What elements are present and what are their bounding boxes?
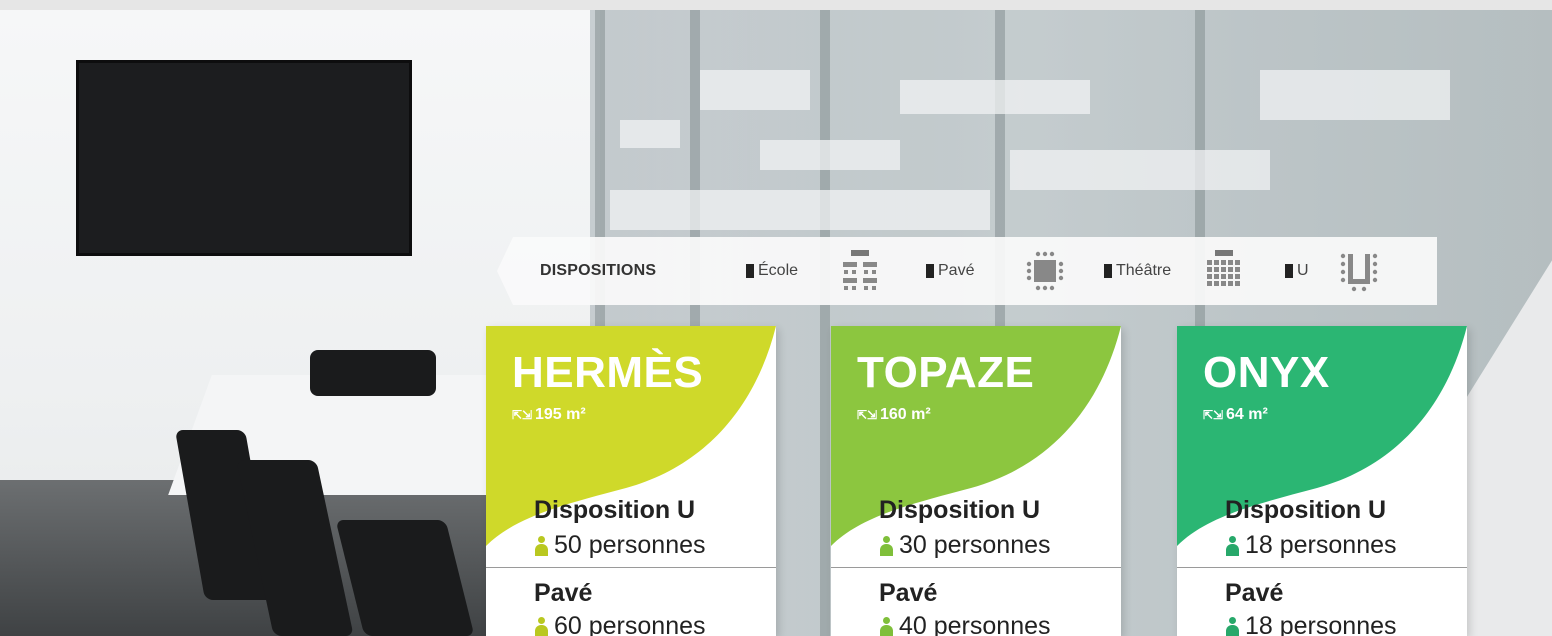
capacity-value: 50 personnes bbox=[554, 531, 706, 559]
room-name: TOPAZE bbox=[857, 348, 1035, 397]
frosted-pattern bbox=[700, 70, 810, 110]
frosted-pattern bbox=[620, 120, 680, 148]
person-icon bbox=[879, 616, 893, 636]
disposition-theatre: Théâtre bbox=[1104, 262, 1171, 280]
glass-mullion bbox=[820, 10, 830, 636]
disposition-u-title: Disposition U bbox=[1225, 496, 1387, 524]
disposition-pave-label: Pavé bbox=[938, 262, 975, 279]
frosted-pattern bbox=[610, 190, 990, 230]
capacity-value: 18 personnes bbox=[1245, 531, 1397, 559]
capacity-value: 30 personnes bbox=[899, 531, 1051, 559]
room-area: ⇱⇲ 64 m² bbox=[1203, 406, 1268, 424]
card-divider bbox=[486, 567, 776, 568]
room-card-onyx[interactable]: ONYX ⇱⇲ 64 m² Disposition U 18 personnes… bbox=[1177, 326, 1467, 636]
pave-title: Pavé bbox=[1225, 579, 1284, 607]
person-icon bbox=[534, 616, 548, 636]
frosted-pattern bbox=[1010, 150, 1270, 190]
person-icon bbox=[879, 535, 893, 556]
pave-capacity: 18 personnes bbox=[1225, 612, 1397, 636]
frosted-pattern bbox=[900, 80, 1090, 114]
person-icon bbox=[1225, 535, 1239, 556]
square-marker-icon bbox=[746, 264, 754, 278]
room-area-value: 160 m² bbox=[880, 406, 931, 423]
dispositions-title: DISPOSITIONS bbox=[540, 262, 657, 279]
room-card-hermes[interactable]: HERMÈS ⇱⇲ 195 m² Disposition U 50 person… bbox=[486, 326, 776, 636]
disposition-theatre-label: Théâtre bbox=[1116, 262, 1172, 279]
person-icon bbox=[1225, 616, 1239, 636]
disposition-u-capacity: 30 personnes bbox=[879, 531, 1051, 560]
room-card-topaze[interactable]: TOPAZE ⇱⇲ 160 m² Disposition U 30 person… bbox=[831, 326, 1121, 636]
pave-title: Pavé bbox=[879, 579, 938, 607]
pave-title: Pavé bbox=[534, 579, 593, 607]
disposition-pave: Pavé bbox=[926, 262, 974, 280]
disposition-ecole: École bbox=[746, 262, 798, 280]
expand-arrows-icon: ⇱⇲ bbox=[1203, 407, 1224, 422]
card-divider bbox=[831, 567, 1121, 568]
disposition-u: U bbox=[1285, 262, 1309, 280]
capacity-value: 60 personnes bbox=[554, 612, 706, 636]
room-area-value: 195 m² bbox=[535, 406, 586, 423]
room-area: ⇱⇲ 160 m² bbox=[857, 406, 931, 424]
person-icon bbox=[534, 535, 548, 556]
top-strip bbox=[0, 0, 1552, 10]
room-area: ⇱⇲ 195 m² bbox=[512, 406, 586, 424]
expand-arrows-icon: ⇱⇲ bbox=[857, 407, 878, 422]
room-area-value: 64 m² bbox=[1226, 406, 1268, 423]
room-name: ONYX bbox=[1203, 348, 1330, 397]
frosted-pattern bbox=[1260, 70, 1450, 120]
frosted-pattern bbox=[760, 140, 900, 170]
disposition-u-title: Disposition U bbox=[879, 496, 1041, 524]
office-chair bbox=[310, 350, 436, 396]
disposition-ecole-label: École bbox=[758, 262, 799, 279]
pave-capacity: 40 personnes bbox=[879, 612, 1051, 636]
capacity-value: 18 personnes bbox=[1245, 612, 1397, 636]
pave-capacity: 60 personnes bbox=[534, 612, 706, 636]
ecole-layout-icon bbox=[843, 250, 877, 290]
theatre-layout-icon bbox=[1207, 250, 1240, 286]
card-divider bbox=[1177, 567, 1467, 568]
disposition-u-capacity: 18 personnes bbox=[1225, 531, 1397, 560]
wall-tv-screen bbox=[76, 60, 412, 256]
u-layout-icon bbox=[1340, 253, 1378, 292]
square-marker-icon bbox=[1285, 264, 1293, 278]
room-name: HERMÈS bbox=[512, 348, 704, 397]
expand-arrows-icon: ⇱⇲ bbox=[512, 407, 533, 422]
disposition-u-label: U bbox=[1297, 262, 1309, 279]
disposition-u-title: Disposition U bbox=[534, 496, 696, 524]
pave-layout-icon bbox=[1026, 251, 1064, 291]
square-marker-icon bbox=[926, 264, 934, 278]
square-marker-icon bbox=[1104, 264, 1112, 278]
capacity-value: 40 personnes bbox=[899, 612, 1051, 636]
disposition-u-capacity: 50 personnes bbox=[534, 531, 706, 560]
